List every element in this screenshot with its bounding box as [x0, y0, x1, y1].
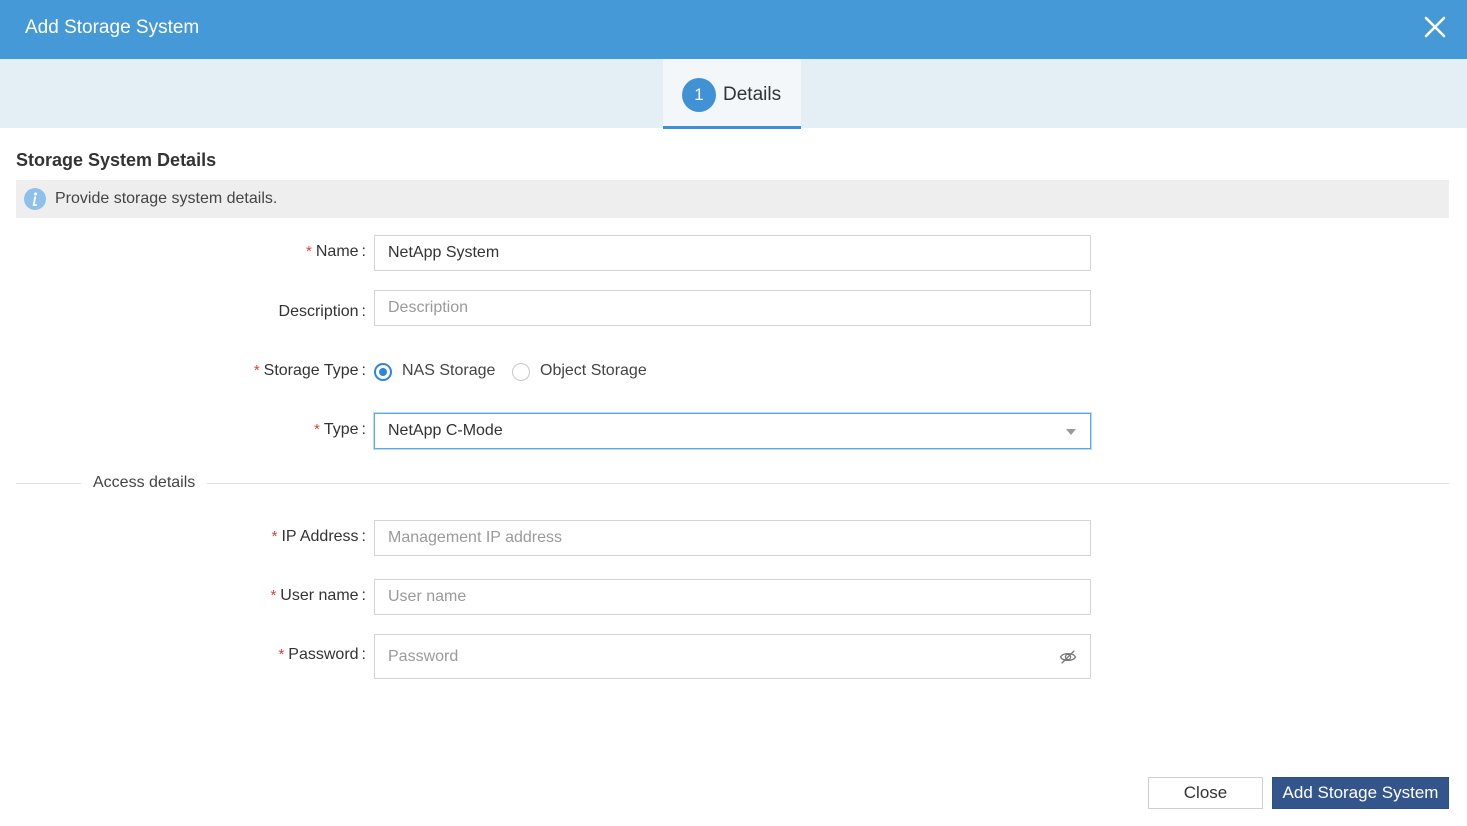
ip-address-field[interactable]: Management IP address [374, 520, 1091, 556]
access-details-divider: Access details [93, 474, 196, 491]
info-icon [24, 188, 46, 210]
description-field[interactable]: Description [374, 290, 1091, 326]
dialog-header: Add Storage System [0, 0, 1467, 59]
required-marker: * [253, 362, 260, 379]
password-label: * Password: [278, 646, 366, 663]
chevron-down-icon [1066, 429, 1076, 435]
type-select-value: NetApp C-Mode [388, 422, 503, 439]
info-banner: Provide storage system details. [16, 180, 1449, 218]
step-details[interactable]: 1 Details [663, 59, 801, 129]
user-name-label: * User name: [270, 587, 366, 604]
required-marker: * [271, 528, 278, 545]
storage-type-label-text: Storage Type [263, 362, 359, 379]
name-field[interactable]: NetApp System [374, 235, 1091, 271]
section-title: Storage System Details [16, 150, 217, 170]
name-label: * Name: [306, 243, 366, 260]
description-label-text: Description [278, 303, 359, 320]
description-label: Description: [278, 303, 366, 320]
type-label: * Type: [314, 421, 366, 438]
required-marker: * [278, 646, 285, 663]
required-marker: * [314, 421, 320, 438]
eye-off-icon[interactable] [1059, 648, 1077, 666]
required-marker: * [270, 587, 277, 604]
required-marker: * [306, 243, 312, 260]
divider-line-left [16, 483, 81, 484]
password-placeholder: Password [388, 648, 459, 665]
storage-type-label: * Storage Type: [253, 362, 366, 379]
step-number-badge: 1 [682, 78, 716, 112]
add-storage-system-button[interactable]: Add Storage System [1272, 777, 1449, 809]
ip-address-label-text: IP Address [281, 528, 359, 545]
divider-line-right [207, 483, 1449, 484]
object-storage-label[interactable]: Object Storage [540, 362, 647, 380]
nas-storage-radio[interactable] [374, 363, 392, 381]
info-text: Provide storage system details. [55, 190, 278, 207]
nas-storage-label[interactable]: NAS Storage [402, 362, 495, 380]
password-label-text: Password [288, 646, 359, 663]
type-select[interactable]: NetApp C-Mode [374, 413, 1091, 449]
close-button[interactable]: Close [1148, 777, 1263, 809]
close-icon[interactable] [1422, 14, 1448, 40]
step-label: Details [723, 84, 782, 105]
dialog-title: Add Storage System [25, 17, 200, 38]
name-label-text: Name [315, 243, 359, 260]
type-label-text: Type [323, 421, 359, 438]
user-name-label-text: User name [280, 587, 359, 604]
password-field[interactable]: Password [374, 634, 1091, 679]
user-name-field[interactable]: User name [374, 579, 1091, 615]
ip-address-label: * IP Address: [271, 528, 366, 545]
stepper-bar: 1 Details [0, 59, 1467, 129]
object-storage-radio[interactable] [512, 363, 530, 381]
